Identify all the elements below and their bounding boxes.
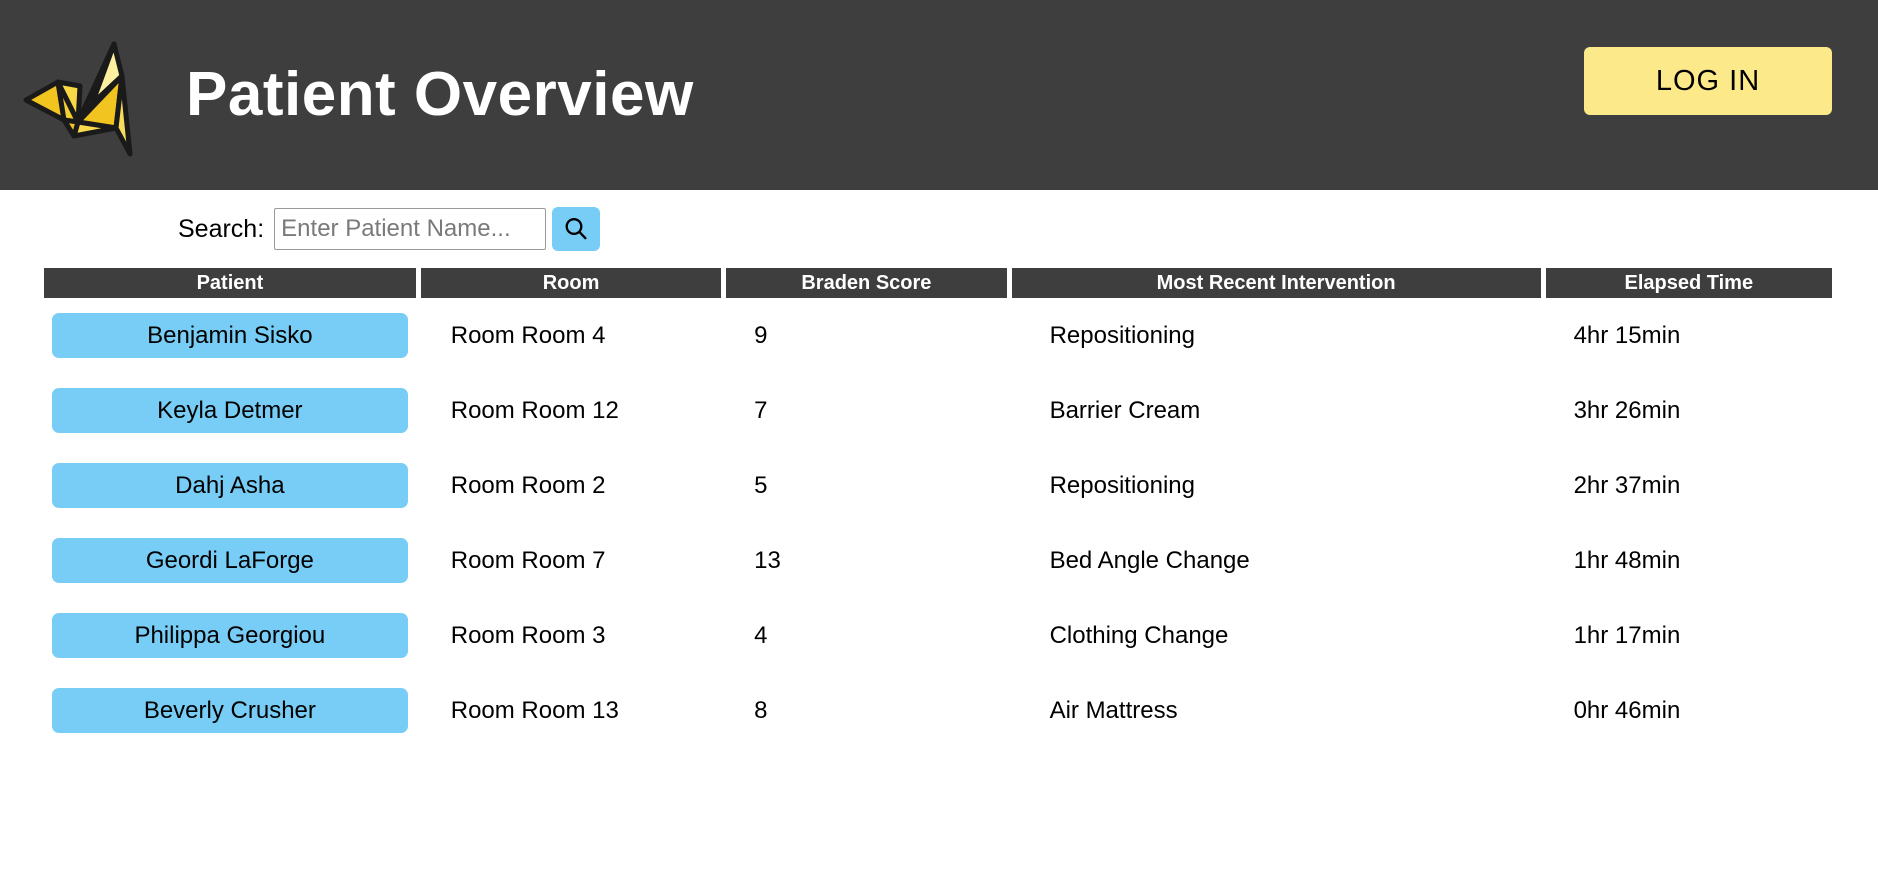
search-bar: Search: bbox=[0, 190, 1878, 268]
table-row: Beverly Crusher Room Room 13 8 Air Mattr… bbox=[44, 673, 1832, 748]
intervention-cell: Clothing Change bbox=[1049, 621, 1229, 649]
elapsed-time-cell: 2hr 37min bbox=[1573, 471, 1681, 499]
table-body: Benjamin Sisko Room Room 4 9 Repositioni… bbox=[44, 298, 1832, 748]
intervention-cell: Repositioning bbox=[1049, 321, 1195, 349]
patient-cell: Geordi LaForge bbox=[44, 523, 416, 598]
app-header: Patient Overview LOG IN bbox=[0, 0, 1878, 190]
page-title: Patient Overview bbox=[186, 60, 694, 129]
table-row: Dahj Asha Room Room 2 5 Repositioning 2h… bbox=[44, 448, 1832, 523]
column-header-patient: Patient bbox=[44, 268, 416, 298]
intervention-cell: Barrier Cream bbox=[1049, 396, 1201, 424]
patient-table: Patient Room Braden Score Most Recent In… bbox=[44, 268, 1832, 748]
patient-cell: Dahj Asha bbox=[44, 448, 416, 523]
table-row: Keyla Detmer Room Room 12 7 Barrier Crea… bbox=[44, 373, 1832, 448]
elapsed-time-cell: 1hr 48min bbox=[1573, 546, 1681, 574]
braden-score-cell: 4 bbox=[754, 621, 768, 649]
room-cell: Room Room 3 bbox=[450, 621, 606, 649]
braden-score-cell: 8 bbox=[754, 696, 768, 724]
patient-cell: Philippa Georgiou bbox=[44, 598, 416, 673]
room-cell: Room Room 7 bbox=[450, 546, 606, 574]
elapsed-time-cell: 3hr 26min bbox=[1573, 396, 1681, 424]
login-button[interactable]: LOG IN bbox=[1584, 47, 1832, 115]
table-row: Geordi LaForge Room Room 7 13 Bed Angle … bbox=[44, 523, 1832, 598]
room-cell: Room Room 2 bbox=[450, 471, 606, 499]
elapsed-time-cell: 4hr 15min bbox=[1573, 321, 1681, 349]
search-icon bbox=[565, 218, 587, 240]
elapsed-time-cell: 0hr 46min bbox=[1573, 696, 1681, 724]
intervention-cell: Bed Angle Change bbox=[1049, 546, 1250, 574]
search-input[interactable] bbox=[274, 208, 547, 250]
patient-button[interactable]: Benjamin Sisko bbox=[51, 313, 408, 358]
column-header-room: Room bbox=[420, 268, 722, 298]
braden-score-cell: 9 bbox=[754, 321, 768, 349]
braden-score-cell: 7 bbox=[754, 396, 768, 424]
patient-button[interactable]: Dahj Asha bbox=[51, 463, 408, 508]
elapsed-time-cell: 1hr 17min bbox=[1573, 621, 1681, 649]
patient-button[interactable]: Beverly Crusher bbox=[51, 688, 408, 733]
patient-button[interactable]: Philippa Georgiou bbox=[51, 613, 408, 658]
column-header-elapsed-time: Elapsed Time bbox=[1545, 268, 1832, 298]
patient-cell: Keyla Detmer bbox=[44, 373, 416, 448]
braden-score-cell: 13 bbox=[754, 546, 781, 574]
search-label: Search: bbox=[178, 214, 265, 243]
table-row: Philippa Georgiou Room Room 3 4 Clothing… bbox=[44, 598, 1832, 673]
patient-cell: Benjamin Sisko bbox=[44, 298, 416, 373]
room-cell: Room Room 12 bbox=[450, 396, 619, 424]
intervention-cell: Repositioning bbox=[1049, 471, 1195, 499]
column-header-braden-score: Braden Score bbox=[726, 268, 1007, 298]
column-header-intervention: Most Recent Intervention bbox=[1011, 268, 1541, 298]
room-cell: Room Room 13 bbox=[450, 696, 619, 724]
patient-button[interactable]: Keyla Detmer bbox=[51, 388, 408, 433]
search-button[interactable] bbox=[552, 207, 601, 251]
patient-cell: Beverly Crusher bbox=[44, 673, 416, 748]
room-cell: Room Room 4 bbox=[450, 321, 606, 349]
braden-score-cell: 5 bbox=[754, 471, 768, 499]
patient-button[interactable]: Geordi LaForge bbox=[51, 538, 408, 583]
table-row: Benjamin Sisko Room Room 4 9 Repositioni… bbox=[44, 298, 1832, 373]
origami-crane-icon bbox=[23, 41, 133, 157]
table-header-row: Patient Room Braden Score Most Recent In… bbox=[44, 268, 1832, 298]
intervention-cell: Air Mattress bbox=[1049, 696, 1178, 724]
